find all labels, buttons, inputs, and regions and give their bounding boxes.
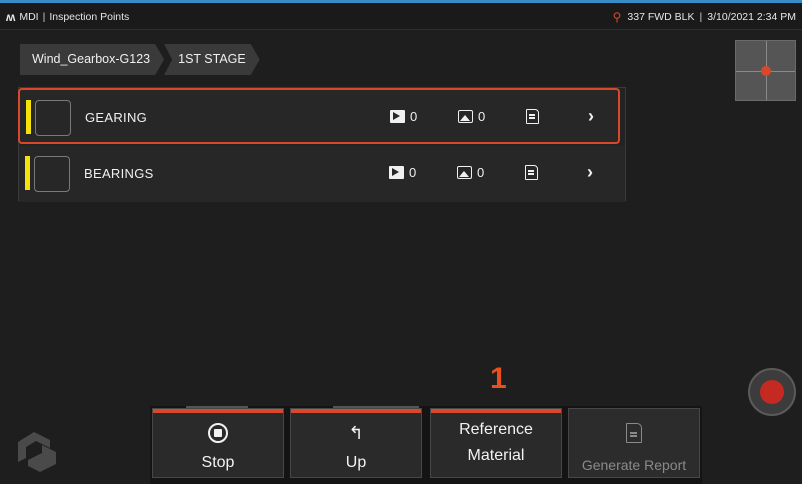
reference-material-button[interactable]: Reference Material bbox=[430, 408, 562, 478]
probe-info: 337 FWD BLK bbox=[627, 11, 695, 23]
inspection-point-label: BEARINGS bbox=[84, 166, 154, 181]
video-icon bbox=[389, 166, 404, 179]
chevron-right-icon[interactable]: › bbox=[587, 162, 593, 183]
reference-label-line2: Material bbox=[467, 447, 525, 464]
brand-logo-icon bbox=[18, 432, 56, 472]
probe-icon: ⚲ bbox=[612, 10, 622, 24]
report-icon bbox=[525, 165, 538, 180]
thumbnail-box bbox=[34, 156, 70, 192]
status-right: ⚲ 337 FWD BLK | 3/10/2021 2:34 PM bbox=[613, 10, 796, 24]
app-logo-icon: ʍ bbox=[6, 10, 15, 24]
active-indicator bbox=[291, 409, 421, 413]
report-indicator bbox=[525, 165, 538, 180]
inspection-point-row-bearings[interactable]: BEARINGS 0 0 › bbox=[19, 146, 625, 202]
document-icon-wrap bbox=[569, 423, 699, 448]
generate-report-label: Generate Report bbox=[581, 457, 687, 473]
breadcrumb-item-stage[interactable]: 1ST STAGE bbox=[164, 44, 260, 75]
breadcrumb-item-asset[interactable]: Wind_Gearbox-G123 bbox=[20, 44, 164, 75]
breadcrumb: Wind_Gearbox-G123 1ST STAGE bbox=[20, 44, 264, 75]
video-count-value: 0 bbox=[410, 109, 418, 124]
reference-label-line1: Reference bbox=[459, 421, 533, 438]
screen-title: Inspection Points bbox=[49, 11, 130, 23]
record-icon bbox=[760, 380, 784, 404]
datetime: 3/10/2021 2:34 PM bbox=[707, 11, 796, 23]
up-label: Up bbox=[345, 454, 367, 471]
image-icon bbox=[458, 110, 473, 123]
image-icon bbox=[457, 166, 472, 179]
status-bar: ʍ MDI | Inspection Points ⚲ 337 FWD BLK … bbox=[0, 3, 802, 30]
status-left: ʍ MDI | Inspection Points bbox=[6, 10, 129, 24]
thumbnail-box bbox=[35, 100, 71, 136]
stop-button[interactable]: Stop bbox=[152, 408, 284, 478]
video-count: 0 bbox=[389, 165, 416, 180]
status-bar-indicator bbox=[26, 100, 31, 134]
image-count-value: 0 bbox=[478, 109, 486, 124]
callout-number: 1 bbox=[490, 362, 507, 395]
inspection-point-row-gearing[interactable]: GEARING 0 0 › bbox=[18, 88, 620, 144]
stop-icon bbox=[208, 423, 228, 443]
status-separator: | bbox=[42, 11, 46, 23]
image-count: 0 bbox=[458, 109, 485, 124]
document-icon bbox=[626, 423, 642, 443]
inspection-point-label: GEARING bbox=[85, 110, 148, 125]
video-icon bbox=[390, 110, 405, 123]
record-button[interactable] bbox=[748, 368, 796, 416]
stop-label: Stop bbox=[201, 454, 235, 471]
navigation-minimap[interactable] bbox=[735, 40, 796, 101]
report-indicator bbox=[526, 109, 539, 124]
chevron-right-icon[interactable]: › bbox=[588, 106, 594, 127]
video-count-value: 0 bbox=[409, 165, 417, 180]
up-arrow-icon: ↰ bbox=[348, 423, 364, 443]
report-icon bbox=[526, 109, 539, 124]
up-button[interactable]: ↰ Up bbox=[290, 408, 422, 478]
inspection-point-list: GEARING 0 0 › BEARINGS 0 0 › bbox=[18, 87, 626, 202]
status-bar-indicator bbox=[25, 156, 30, 190]
video-count: 0 bbox=[390, 109, 417, 124]
active-indicator bbox=[431, 409, 561, 413]
status-separator: | bbox=[699, 11, 703, 23]
active-indicator bbox=[153, 409, 283, 413]
generate-report-button[interactable]: Generate Report bbox=[568, 408, 700, 478]
app-name: MDI bbox=[19, 11, 39, 23]
stop-icon-wrap bbox=[153, 423, 283, 448]
image-count: 0 bbox=[457, 165, 484, 180]
image-count-value: 0 bbox=[477, 165, 485, 180]
minimap-position-dot bbox=[761, 66, 771, 76]
